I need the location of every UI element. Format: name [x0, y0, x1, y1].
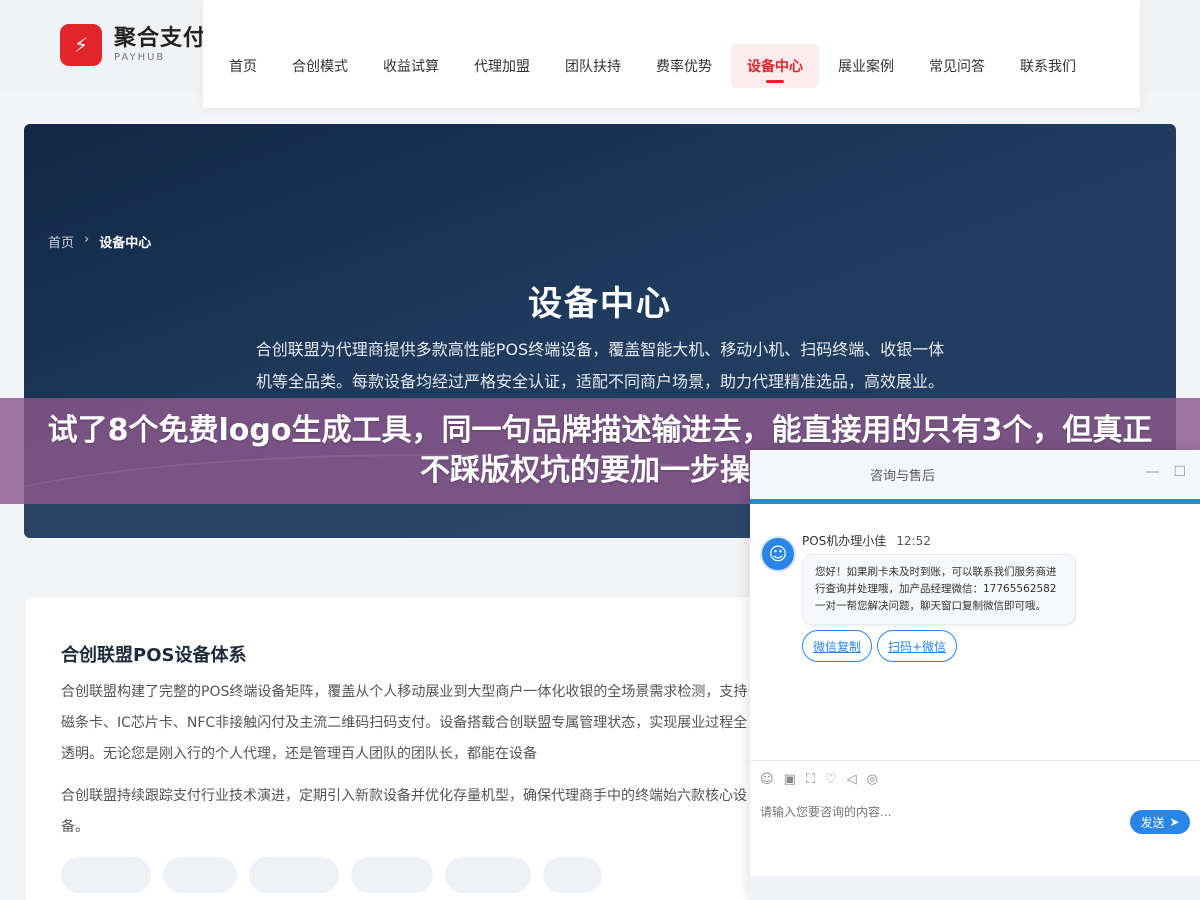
agent-avatar: ☺ [760, 536, 796, 572]
agent-name: POS机办理小佳 [802, 534, 887, 548]
lightning-icon: ⚡ [60, 24, 102, 66]
device-tag[interactable] [61, 857, 151, 893]
nav-item-calculator[interactable]: 收益试算 [367, 44, 455, 88]
device-tag[interactable] [162, 857, 238, 893]
device-tags [61, 857, 603, 893]
agent-info: POS机办理小佳 12:52 [802, 532, 931, 549]
device-tag[interactable] [249, 857, 340, 893]
page-title: 设备中心 [528, 284, 672, 324]
site-header: ⚡ 聚合支付 PAYHUB 首页 合创模式 收益试算 代理加盟 团队扶持 费率优… [0, 0, 1200, 108]
hero-description: 合创联盟为代理商提供多款高性能POS终端设备，覆盖智能大机、移动小机、扫码终端、… [255, 340, 945, 391]
chat-message: 您好！如果刷卡未及时到账，可以联系我们服务商进行查询并处理哦，加产品经理微信：1… [802, 554, 1076, 625]
nav-item-home[interactable]: 首页 [213, 44, 273, 88]
main-nav: 首页 合创模式 收益试算 代理加盟 团队扶持 费率优势 设备中心 展业案例 常见… [203, 0, 1140, 108]
nav-item-rates[interactable]: 费率优势 [640, 44, 728, 88]
section-paragraph-2: 合创联盟持续跟踪支付行业技术演进，定期引入新款设备并优化存量机型，确保代理商手中… [61, 788, 747, 835]
breadcrumb-current: 设备中心 [99, 236, 152, 251]
send-icon: ➤ [1169, 815, 1180, 829]
breadcrumb-home[interactable]: 首页 [48, 232, 74, 251]
send-button[interactable]: 发送 ➤ [1130, 810, 1190, 834]
nav-item-franchise[interactable]: 代理加盟 [458, 44, 546, 88]
brand-name: 聚合支付 [114, 26, 207, 51]
quick-reply-copy-wechat[interactable]: 微信复制 [802, 630, 873, 662]
chat-bubble-icon[interactable]: ◎ [867, 772, 878, 787]
nav-item-model[interactable]: 合创模式 [276, 44, 364, 88]
minimize-icon[interactable]: — [1145, 464, 1159, 480]
nav-item-support[interactable]: 团队扶持 [549, 44, 637, 88]
chat-toolbar: ☺ ▣ ⛶ ♡ ◁ ◎ [750, 760, 1200, 798]
device-tag[interactable] [543, 857, 603, 893]
device-tag[interactable] [351, 857, 434, 893]
device-tag[interactable] [445, 857, 532, 893]
brand-logo[interactable]: ⚡ 聚合支付 PAYHUB [60, 24, 206, 66]
chat-widget: 咨询与售后 — ☐ ☺ POS机办理小佳 12:52 您好！如果刷卡未及时到账，可… [750, 450, 1200, 900]
chat-input[interactable] [760, 800, 1120, 824]
send-label: 发送 [1140, 815, 1165, 830]
quick-reply-scan-wechat[interactable]: 扫码+微信 [877, 630, 958, 662]
nav-item-cases[interactable]: 展业案例 [822, 44, 910, 88]
nav-item-faq[interactable]: 常见问答 [913, 44, 1001, 88]
rating-icon[interactable]: ♡ [825, 772, 837, 787]
message-time: 12:52 [896, 534, 931, 548]
screenshot-icon[interactable]: ⛶ [806, 772, 815, 787]
section-paragraph-1: 合创联盟构建了完整的POS终端设备矩阵，覆盖从个人移动展业到大型商户一体化收银的… [61, 684, 748, 762]
nav-item-contact[interactable]: 联系我们 [1004, 44, 1092, 88]
emoji-icon[interactable]: ☺ [760, 772, 774, 787]
breadcrumb-separator: › [84, 232, 90, 247]
nav-item-devices[interactable]: 设备中心 [731, 44, 819, 88]
breadcrumb: 首页 › 设备中心 [48, 232, 151, 251]
chat-footer [750, 876, 1200, 900]
image-icon[interactable]: ▣ [784, 772, 796, 787]
chat-title: 咨询与售后 [870, 469, 936, 484]
section-title: 合创联盟POS设备体系 [61, 645, 247, 666]
maximize-icon[interactable]: ☐ [1173, 464, 1186, 480]
chat-header: 咨询与售后 — ☐ [750, 450, 1200, 504]
brand-subtitle: PAYHUB [114, 52, 166, 63]
sound-icon[interactable]: ◁ [847, 772, 857, 787]
